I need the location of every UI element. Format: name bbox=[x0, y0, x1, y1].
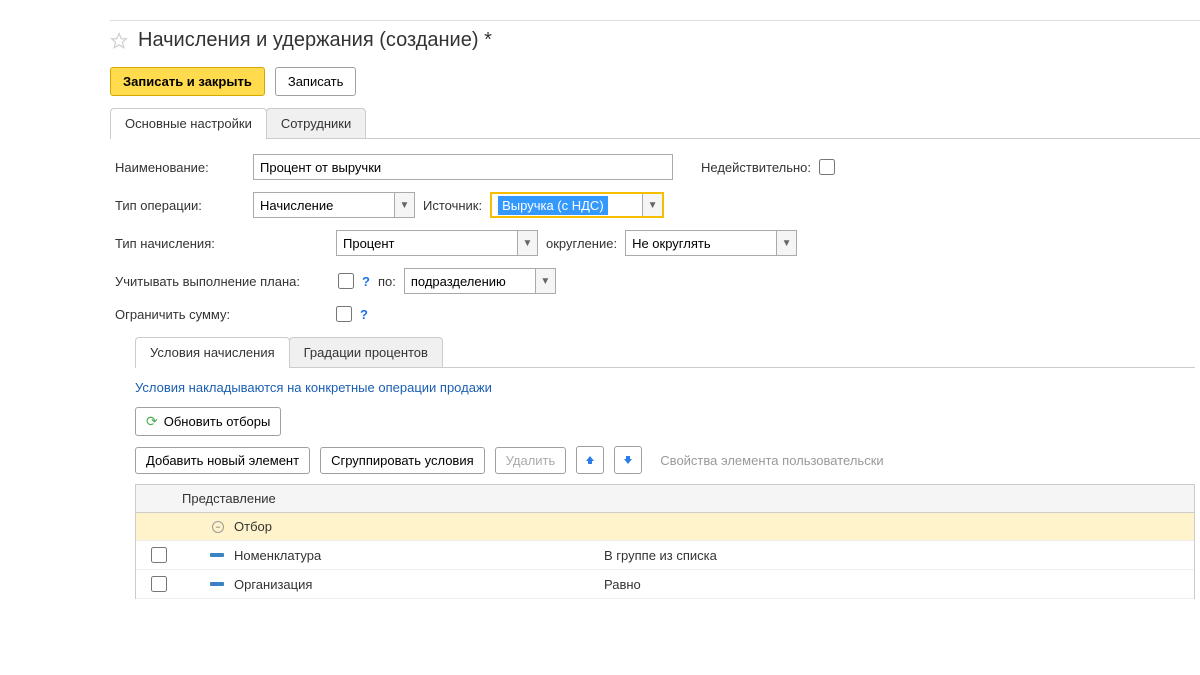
col-representation: Представление bbox=[174, 491, 1186, 506]
plan-checkbox[interactable] bbox=[338, 273, 354, 289]
refresh-icon: ⟳ bbox=[146, 413, 158, 430]
by-label: по: bbox=[378, 274, 396, 289]
refresh-button[interactable]: ⟳ Обновить отборы bbox=[135, 407, 281, 436]
rounding-select[interactable]: ▼ bbox=[625, 230, 797, 256]
move-up-button[interactable] bbox=[576, 446, 604, 474]
col-checkbox bbox=[144, 491, 174, 506]
help-icon[interactable]: ? bbox=[362, 274, 370, 289]
save-button[interactable]: Записать bbox=[275, 67, 357, 96]
dropdown-icon[interactable]: ▼ bbox=[535, 269, 555, 293]
add-element-button[interactable]: Добавить новый элемент bbox=[135, 447, 310, 474]
conditions-desc-link[interactable]: Условия накладываются на конкретные опер… bbox=[135, 380, 492, 395]
favorite-icon[interactable] bbox=[110, 32, 128, 50]
sub-tabs: Условия начисления Градации процентов bbox=[135, 337, 1195, 368]
dropdown-icon[interactable]: ▼ bbox=[642, 194, 662, 216]
inactive-label: Недействительно: bbox=[701, 160, 811, 175]
dropdown-icon[interactable]: ▼ bbox=[776, 231, 796, 255]
tab-conditions[interactable]: Условия начисления bbox=[135, 337, 290, 367]
table-row[interactable]: Организация Равно bbox=[136, 570, 1194, 599]
arrow-down-icon bbox=[622, 454, 634, 466]
row-checkbox[interactable] bbox=[151, 547, 167, 563]
inactive-checkbox[interactable] bbox=[819, 159, 835, 175]
save-close-button[interactable]: Записать и закрыть bbox=[110, 67, 265, 96]
dropdown-icon[interactable]: ▼ bbox=[517, 231, 537, 255]
row-checkbox[interactable] bbox=[151, 576, 167, 592]
minus-icon bbox=[210, 553, 224, 557]
arrow-up-icon bbox=[584, 454, 596, 466]
by-input[interactable] bbox=[405, 269, 535, 293]
main-tabs: Основные настройки Сотрудники bbox=[110, 108, 1200, 139]
plan-label: Учитывать выполнение плана: bbox=[115, 274, 330, 289]
dropdown-icon[interactable]: ▼ bbox=[394, 193, 414, 217]
by-select[interactable]: ▼ bbox=[404, 268, 556, 294]
source-value: Выручка (с НДС) bbox=[498, 196, 608, 215]
limit-checkbox[interactable] bbox=[336, 306, 352, 322]
name-input[interactable] bbox=[253, 154, 673, 180]
help-icon[interactable]: ? bbox=[360, 307, 368, 322]
tab-main[interactable]: Основные настройки bbox=[110, 108, 267, 138]
source-label: Источник: bbox=[423, 198, 482, 213]
limit-label: Ограничить сумму: bbox=[115, 307, 245, 322]
accrual-type-label: Тип начисления: bbox=[115, 236, 245, 251]
move-down-button[interactable] bbox=[614, 446, 642, 474]
tab-employees[interactable]: Сотрудники bbox=[266, 108, 366, 138]
props-label: Свойства элемента пользовательски bbox=[660, 453, 883, 468]
op-type-label: Тип операции: bbox=[115, 198, 245, 213]
accrual-type-input[interactable] bbox=[337, 231, 517, 255]
delete-button[interactable]: Удалить bbox=[495, 447, 567, 474]
group-conditions-button[interactable]: Сгруппировать условия bbox=[320, 447, 485, 474]
rounding-label: округление: bbox=[546, 236, 617, 251]
table-row-group[interactable]: − Отбор bbox=[136, 513, 1194, 541]
tab-gradations[interactable]: Градации процентов bbox=[289, 337, 443, 367]
rounding-input[interactable] bbox=[626, 231, 776, 255]
minus-icon bbox=[210, 582, 224, 586]
op-type-input[interactable] bbox=[254, 193, 394, 217]
accrual-type-select[interactable]: ▼ bbox=[336, 230, 538, 256]
source-select[interactable]: Выручка (с НДС) ▼ bbox=[490, 192, 664, 218]
page-title: Начисления и удержания (создание) * bbox=[138, 29, 492, 52]
collapse-icon[interactable]: − bbox=[212, 521, 224, 533]
conditions-table: Представление − Отбор Номенклатура В гру… bbox=[135, 484, 1195, 599]
op-type-select[interactable]: ▼ bbox=[253, 192, 415, 218]
table-row[interactable]: Номенклатура В группе из списка bbox=[136, 541, 1194, 570]
name-label: Наименование: bbox=[115, 160, 245, 175]
